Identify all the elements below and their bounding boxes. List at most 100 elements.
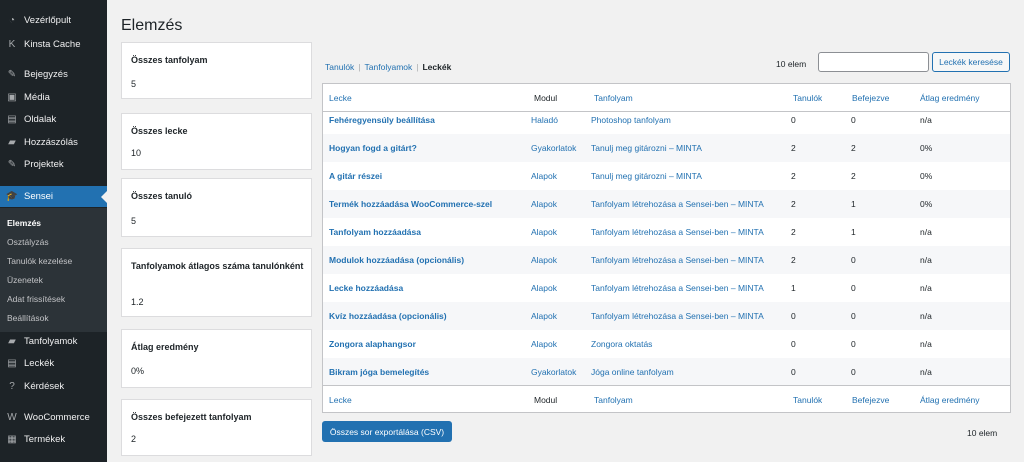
stat-value: 0% [131,366,145,376]
sidebar-item-term-kek[interactable]: ▦ Termékek [0,429,107,450]
sidebar-item-label: Vezérlőpult [24,15,72,26]
sidebar-item-m-dia[interactable]: ▣ Média [0,87,107,108]
sidebar-item-label: Termékek [24,434,66,445]
stat-box-total-lessons: Összes lecke 10 [121,113,312,170]
sidebar-item-woocommerce[interactable]: W WooCommerce [0,407,107,428]
lesson-link[interactable]: Termék hozzáadása WooCommerce-szel [329,190,529,218]
module-link[interactable]: Gyakorlatok [531,358,589,386]
media-icon: ▣ [7,92,17,103]
completed-count: 0 [851,115,856,125]
sidebar-item-k-rd-sek[interactable]: ? Kérdések [0,376,107,397]
learners-count: 2 [791,227,796,237]
stat-box-total-courses: Összes tanfolyam 5 [121,42,312,99]
course-link[interactable]: Photoshop tanfolyam [591,106,786,134]
sidebar-item-hozz-sz-l-s[interactable]: ▰ Hozzászólás [0,132,107,153]
course-link[interactable]: Tanfolyam létrehozása a Sensei-ben – MIN… [591,274,786,302]
table-row: Termék hozzáadása WooCommerce-szel Alapok… [323,190,1010,218]
submenu-item[interactable]: Üzenetek [7,275,43,285]
lesson-link[interactable]: Zongora alaphangsor [329,330,529,358]
lesson-link[interactable]: Bikram jóga bemelegítés [329,358,529,386]
breadcrumb-courses-link[interactable]: Tanfolyamok [365,62,413,72]
sidebar-item-kinsta-cache[interactable]: K Kinsta Cache [0,34,107,55]
column-footer-course[interactable]: Tanfolyam [594,386,633,414]
lesson-link[interactable]: Hogyan fogd a gitárt? [329,134,529,162]
pages-icon: ▤ [7,114,17,125]
export-csv-button[interactable]: Összes sor exportálása (CSV) [322,421,452,442]
submenu-item[interactable]: Osztályzás [7,237,49,247]
questions-icon: ? [9,381,15,392]
learners-count: 0 [791,367,796,377]
courses-icon: ▰ [8,336,16,347]
learners-count: 1 [791,283,796,293]
sidebar-item-leck-k[interactable]: ▤ Leckék [0,353,107,374]
module-link[interactable]: Alapok [531,218,589,246]
module-link[interactable]: Alapok [531,302,589,330]
breadcrumb: Tanulók | Tanfolyamok | Leckék [325,62,451,72]
module-link[interactable]: Haladó [531,106,589,134]
column-footer-completed[interactable]: Befejezve [852,386,889,414]
search-lessons-button[interactable]: Leckék keresése [932,52,1010,72]
sidebar-item-label: Leckék [24,358,55,369]
lesson-link[interactable]: Lecke hozzáadása [329,274,529,302]
sidebar-item-tanfolyamok[interactable]: ▰ Tanfolyamok [0,331,107,352]
stat-value: 1.2 [131,297,144,307]
sidebar-item-projektek[interactable]: ✎ Projektek [0,154,107,175]
column-footer-lesson[interactable]: Lecke [329,386,352,414]
breadcrumb-separator: | [358,62,361,72]
course-link[interactable]: Tanfolyam létrehozása a Sensei-ben – MIN… [591,302,786,330]
average-grade: 0% [920,171,933,181]
breadcrumb-learners-link[interactable]: Tanulók [325,62,354,72]
sidebar-item-oldalak[interactable]: ▤ Oldalak [0,109,107,130]
kinsta-icon: K [8,39,16,50]
sensei-icon: 🎓 [5,191,19,202]
column-footer-average-grade[interactable]: Átlag eredmény [920,386,980,414]
column-footer-module: Modul [534,395,558,405]
course-link[interactable]: Tanulj meg gitározni – MINTA [591,162,786,190]
module-link[interactable]: Alapok [531,274,589,302]
sidebar-item-label: Kinsta Cache [24,39,81,50]
module-link[interactable]: Alapok [531,162,589,190]
course-link[interactable]: Tanfolyam létrehozása a Sensei-ben – MIN… [591,190,786,218]
completed-count: 0 [851,255,856,265]
module-link[interactable]: Alapok [531,246,589,274]
average-grade: 0% [920,143,933,153]
table-row: Hogyan fogd a gitárt? Gyakorlatok Tanulj m… [323,134,1010,162]
submenu-item[interactable]: Elemzés [7,218,41,228]
course-link[interactable]: Jóga online tanfolyam [591,358,786,386]
average-grade: n/a [920,227,932,237]
course-link[interactable]: Tanfolyam létrehozása a Sensei-ben – MIN… [591,246,786,274]
stat-title: Összes lecke [131,126,188,136]
column-footer-learners[interactable]: Tanulók [793,386,822,414]
module-link[interactable]: Alapok [531,190,589,218]
completed-count: 2 [851,171,856,181]
lesson-search-input[interactable] [818,52,929,72]
lesson-link[interactable]: A gitár részei [329,162,529,190]
submenu-item[interactable]: Beállítások [7,313,49,323]
submenu-item[interactable]: Adat frissítések [7,294,65,304]
stat-title: Összes tanuló [131,191,193,201]
learners-count: 0 [791,339,796,349]
sidebar-item-sensei[interactable]: 🎓 Sensei [0,186,107,207]
table-row: Kvíz hozzáadása (opcionális) Alapok Tanfol… [323,302,1010,330]
course-link[interactable]: Tanfolyam létrehozása a Sensei-ben – MIN… [591,218,786,246]
course-link[interactable]: Tanulj meg gitározni – MINTA [591,134,786,162]
module-link[interactable]: Alapok [531,330,589,358]
lesson-link[interactable]: Modulok hozzáadása (opcionális) [329,246,529,274]
stat-box-total-learners: Összes tanuló 5 [121,178,312,237]
submenu-item[interactable]: Tanulók kezelése [7,256,72,266]
average-grade: n/a [920,115,932,125]
lesson-link[interactable]: Fehéregyensúly beállítása [329,106,529,134]
woocommerce-icon: W [7,412,17,423]
course-link[interactable]: Zongora oktatás [591,330,786,358]
learners-count: 2 [791,143,796,153]
lesson-link[interactable]: Kvíz hozzáadása (opcionális) [329,302,529,330]
learners-count: 2 [791,255,796,265]
lesson-link[interactable]: Tanfolyam hozzáadása [329,218,529,246]
admin-sidebar: ◔ Vezérlőpult K Kinsta Cache ✎ Bejegyzés ▣ Médi… [0,0,107,462]
sidebar-item-vez-rl-pult[interactable]: ◔ Vezérlőpult [0,10,107,31]
sidebar-item-bejegyz-s[interactable]: ✎ Bejegyzés [0,64,107,85]
module-link[interactable]: Gyakorlatok [531,134,589,162]
stat-value: 2 [131,434,137,444]
completed-count: 1 [851,227,856,237]
table-row: Modulok hozzáadása (opcionális) Alapok Tan… [323,246,1010,274]
